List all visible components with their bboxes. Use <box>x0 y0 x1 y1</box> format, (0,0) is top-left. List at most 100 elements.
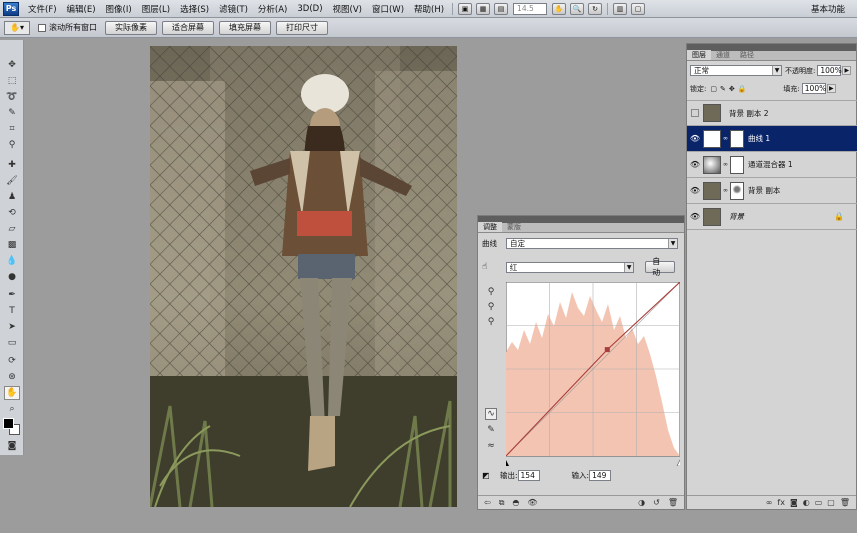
menu-layer[interactable]: 图层(L) <box>137 3 175 15</box>
actual-pixels-button[interactable]: 实际像素 <box>105 20 157 35</box>
lasso-tool-icon[interactable]: ➰ <box>4 90 20 104</box>
visibility-icon[interactable]: 👁 <box>527 498 537 508</box>
menu-edit[interactable]: 编辑(E) <box>62 3 101 15</box>
eraser-tool-icon[interactable]: ▱ <box>4 222 20 236</box>
output-field[interactable]: 154 <box>517 469 540 481</box>
path-selection-tool-icon[interactable]: ➤ <box>4 320 20 334</box>
preset-dropdown[interactable]: 自定 ▼ <box>506 237 678 249</box>
menu-view[interactable]: 视图(V) <box>328 3 367 15</box>
back-arrow-icon[interactable]: ⇦ <box>484 498 491 508</box>
extras-icon[interactable]: ▤ <box>494 2 509 15</box>
menu-help[interactable]: 帮助(H) <box>409 3 449 15</box>
black-point-slider[interactable] <box>506 460 509 466</box>
menu-3d[interactable]: 3D(D) <box>292 4 327 14</box>
zoom-tool-icon[interactable]: ⌕ <box>4 402 20 416</box>
menu-select[interactable]: 选择(S) <box>175 3 214 15</box>
layer-name[interactable]: 通道混合器 1 <box>748 159 793 170</box>
tab-masks[interactable]: 蒙版 <box>502 222 526 232</box>
white-point-eyedropper-icon[interactable]: ⚲ <box>485 316 497 328</box>
layer-style-icon[interactable]: fx <box>777 498 785 507</box>
rotate-view-icon[interactable]: ↻ <box>588 2 603 15</box>
curve-graph[interactable] <box>506 282 680 466</box>
smooth-icon[interactable]: ≈ <box>485 440 497 452</box>
history-brush-tool-icon[interactable]: ⟲ <box>4 206 20 220</box>
eye-icon[interactable]: 👁 <box>687 160 703 169</box>
clip-to-layer-icon[interactable]: ◓ <box>512 498 519 508</box>
clipping-icon[interactable]: ◩ <box>482 471 496 480</box>
foreground-color-swatch[interactable] <box>3 418 14 429</box>
menu-filter[interactable]: 滤镜(T) <box>214 3 253 15</box>
menu-image[interactable]: 图像(I) <box>101 3 137 15</box>
eyedropper-tool-icon[interactable]: ⚲ <box>4 138 20 152</box>
hand-tool-icon[interactable]: ✋ <box>4 386 20 400</box>
menu-window[interactable]: 窗口(W) <box>367 3 409 15</box>
on-image-adjust-icon[interactable]: ☝ <box>482 262 506 272</box>
new-adjustment-layer-icon[interactable]: ◐ <box>803 498 810 507</box>
layer-name[interactable]: 背景 副本 <box>748 185 780 196</box>
white-point-slider[interactable] <box>676 459 680 466</box>
fit-screen-button[interactable]: 适合屏幕 <box>162 20 214 35</box>
black-point-eyedropper-icon[interactable]: ⚲ <box>485 286 497 298</box>
zoom-tool-icon[interactable]: 🔍 <box>570 2 585 15</box>
crop-tool-icon[interactable]: ⌗ <box>4 122 20 136</box>
new-layer-icon[interactable]: ▢ <box>827 498 835 507</box>
layer-name[interactable]: 背景 副本 2 <box>729 108 769 119</box>
tab-layers[interactable]: 图层 <box>687 50 711 60</box>
fill-arrow-icon[interactable]: ▶ <box>826 84 836 93</box>
menu-file[interactable]: 文件(F) <box>23 3 62 15</box>
scroll-all-windows-checkbox[interactable]: 滚动所有窗口 <box>38 22 97 33</box>
tab-paths[interactable]: 路径 <box>735 50 759 60</box>
document-canvas[interactable] <box>150 46 457 507</box>
screen-mode-icon[interactable]: ▢ <box>631 2 646 15</box>
chain-link-icon[interactable]: ∞ <box>723 135 728 142</box>
quick-select-tool-icon[interactable]: ✎ <box>4 106 20 120</box>
pen-tool-icon[interactable]: ✒ <box>4 288 20 302</box>
workspace-switcher[interactable]: 基本功能 <box>805 2 851 16</box>
healing-brush-tool-icon[interactable]: ✚ <box>4 158 20 172</box>
input-field[interactable]: 149 <box>589 469 612 481</box>
gradient-tool-icon[interactable]: ▩ <box>4 238 20 252</box>
layer-row-selected[interactable]: 👁 ∞ 曲线 1 <box>687 126 857 152</box>
fill-screen-button[interactable]: 填充屏幕 <box>219 20 271 35</box>
hand-tool-icon[interactable]: ✋ <box>552 2 567 15</box>
shape-tool-icon[interactable]: ▭ <box>4 336 20 350</box>
opacity-arrow-icon[interactable]: ▶ <box>842 66 852 75</box>
eye-icon[interactable]: 👁 <box>687 134 703 143</box>
layer-row[interactable]: 👁 ∞ 背景 副本 <box>687 178 857 204</box>
curve-edit-icon[interactable]: ∿ <box>485 408 497 420</box>
blur-tool-icon[interactable]: 💧 <box>4 254 20 268</box>
layer-name[interactable]: 背景 <box>729 211 744 222</box>
gray-point-eyedropper-icon[interactable]: ⚲ <box>485 301 497 313</box>
trash-icon[interactable]: 🗑 <box>668 498 678 507</box>
checkbox-box[interactable] <box>38 23 46 32</box>
type-tool-icon[interactable]: T <box>4 304 20 318</box>
eye-icon[interactable]: 👁 <box>687 186 703 195</box>
marquee-tool-icon[interactable]: ⬚ <box>4 74 20 88</box>
new-group-icon[interactable]: ▭ <box>815 498 823 507</box>
arrange-documents-icon[interactable]: ▥ <box>613 2 628 15</box>
layer-row[interactable]: 背景 副本 2 <box>687 100 857 126</box>
expanded-view-icon[interactable]: ⧉ <box>499 498 505 508</box>
eye-icon[interactable]: 👁 <box>687 212 703 221</box>
view-previous-icon[interactable]: ◑ <box>638 498 645 507</box>
quick-mask-icon[interactable]: ◙ <box>4 439 20 453</box>
layer-mask-thumbnail[interactable] <box>730 129 744 148</box>
layer-mask-thumbnail[interactable] <box>730 181 744 200</box>
3d-rotate-tool-icon[interactable]: ⟳ <box>4 354 20 368</box>
auto-button[interactable]: 自动 <box>645 257 675 277</box>
reset-icon[interactable]: ↺ <box>653 498 660 507</box>
curve-control-point[interactable] <box>604 347 610 353</box>
layer-mask-thumbnail[interactable] <box>730 155 744 174</box>
tab-channels[interactable]: 通道 <box>711 50 735 60</box>
tool-preset-picker[interactable]: ✋ ▾ <box>4 20 30 35</box>
mini-bridge-icon[interactable]: ▦ <box>476 2 491 15</box>
chain-link-icon[interactable]: ∞ <box>723 187 728 194</box>
clone-stamp-tool-icon[interactable]: ♟ <box>4 190 20 204</box>
move-tool-icon[interactable]: ✥ <box>4 58 20 72</box>
chain-link-icon[interactable]: ∞ <box>723 161 728 168</box>
zoom-level-field[interactable]: 14.5 <box>513 2 548 15</box>
layer-row[interactable]: 👁 背景 🔒 <box>687 204 857 230</box>
add-mask-icon[interactable]: ◙ <box>790 498 798 507</box>
lock-icons[interactable]: ▢✎✥🔒 <box>710 85 749 93</box>
menu-analysis[interactable]: 分析(A) <box>253 3 292 15</box>
